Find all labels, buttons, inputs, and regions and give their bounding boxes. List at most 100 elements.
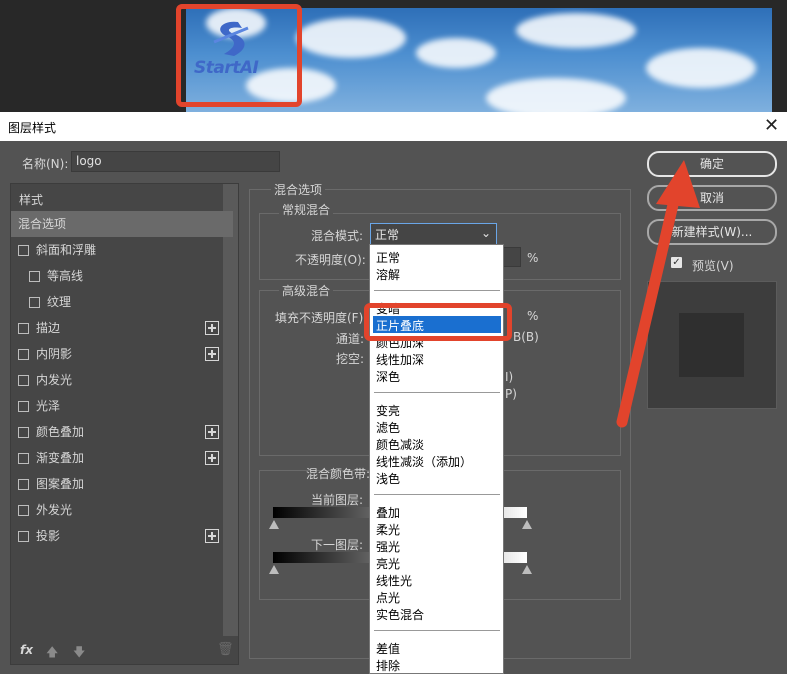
- channels-label: 通道:: [336, 332, 365, 346]
- dropdown-option[interactable]: 线性光: [376, 572, 412, 589]
- style-item[interactable]: 颜色叠加: [11, 419, 233, 445]
- dropdown-separator: [374, 630, 500, 631]
- style-checkbox[interactable]: [18, 427, 29, 438]
- style-item[interactable]: 纹理: [11, 289, 233, 315]
- blend-if-label: 混合颜色带:: [306, 467, 371, 481]
- trash-icon[interactable]: 🗑: [217, 642, 234, 657]
- name-input[interactable]: logo: [71, 151, 280, 172]
- style-item-label: 斜面和浮雕: [36, 243, 97, 257]
- style-item-label: 外发光: [36, 503, 73, 517]
- blend-options-title: 混合选项: [271, 181, 326, 198]
- underlying-black-handle[interactable]: [269, 565, 279, 574]
- style-item-label: 光泽: [36, 399, 61, 413]
- style-item-label: 描边: [36, 321, 61, 335]
- dialog-title: 图层样式: [8, 121, 57, 135]
- dropdown-option[interactable]: 线性加深: [376, 351, 424, 368]
- dropdown-option[interactable]: 溶解: [376, 266, 400, 283]
- style-item-label: 混合选项: [18, 217, 67, 231]
- dropdown-option[interactable]: 滤色: [376, 419, 400, 436]
- style-checkbox[interactable]: [18, 453, 29, 464]
- dialog-titlebar: 图层样式 ✕: [0, 112, 787, 141]
- dropdown-option[interactable]: 颜色减淡: [376, 436, 424, 453]
- dropdown-option[interactable]: 亮光: [376, 555, 400, 572]
- style-item[interactable]: 渐变叠加: [11, 445, 233, 471]
- dropdown-separator: [374, 494, 500, 495]
- name-label: 名称(N):: [22, 157, 69, 171]
- style-item[interactable]: 等高线: [11, 263, 233, 289]
- style-checkbox[interactable]: [18, 531, 29, 542]
- dropdown-option[interactable]: 点光: [376, 589, 400, 606]
- style-item-label: 内阴影: [36, 347, 73, 361]
- style-checkbox[interactable]: [18, 323, 29, 334]
- style-checkbox[interactable]: [18, 375, 29, 386]
- dropdown-option[interactable]: 线性减淡（添加）: [376, 453, 472, 470]
- add-icon[interactable]: [205, 425, 219, 439]
- current-white-handle[interactable]: [522, 520, 532, 529]
- style-checkbox[interactable]: [18, 401, 29, 412]
- style-item[interactable]: 斜面和浮雕: [11, 237, 233, 263]
- dropdown-option[interactable]: 排除: [376, 657, 400, 673]
- style-checkbox[interactable]: [18, 245, 29, 256]
- style-item[interactable]: 内阴影: [11, 341, 233, 367]
- option-tail-i: I): [505, 370, 514, 384]
- style-item-label: 颜色叠加: [36, 425, 85, 439]
- dropdown-option[interactable]: 实色混合: [376, 606, 424, 623]
- channel-b-label[interactable]: B(B): [513, 330, 539, 344]
- add-icon[interactable]: [205, 347, 219, 361]
- dropdown-option[interactable]: 深色: [376, 368, 400, 385]
- underlying-layer-label: 下一图层:: [311, 538, 364, 552]
- chevron-down-icon: ⌄: [480, 226, 491, 240]
- style-item[interactable]: 混合选项: [11, 211, 233, 237]
- dropdown-option[interactable]: 变亮: [376, 402, 400, 419]
- style-item[interactable]: 外发光: [11, 497, 233, 523]
- dropdown-option[interactable]: 柔光: [376, 521, 400, 538]
- style-item-label: 图案叠加: [36, 477, 85, 491]
- dropdown-separator: [374, 392, 500, 393]
- blend-mode-label: 混合模式:: [311, 229, 364, 243]
- add-icon[interactable]: [205, 321, 219, 335]
- style-checkbox[interactable]: [29, 297, 40, 308]
- dropdown-option[interactable]: 正常: [376, 249, 400, 266]
- fill-percent: %: [527, 309, 539, 323]
- knockout-label: 挖空:: [336, 352, 365, 366]
- logo-annotation-box: [176, 4, 302, 107]
- style-checkbox[interactable]: [18, 479, 29, 490]
- option-tail-p: P): [505, 387, 517, 401]
- opacity-percent: %: [527, 251, 539, 265]
- close-icon[interactable]: ✕: [764, 115, 779, 136]
- styles-list: 混合选项斜面和浮雕等高线纹理描边内阴影内发光光泽颜色叠加渐变叠加图案叠加外发光投…: [11, 211, 233, 551]
- underlying-white-handle[interactable]: [522, 565, 532, 574]
- style-item-label: 内发光: [36, 373, 73, 387]
- current-layer-label: 当前图层:: [311, 493, 364, 507]
- style-item[interactable]: 图案叠加: [11, 471, 233, 497]
- style-item[interactable]: 描边: [11, 315, 233, 341]
- fx-icon[interactable]: fx: [20, 643, 33, 657]
- style-checkbox[interactable]: [18, 349, 29, 360]
- style-item[interactable]: 光泽: [11, 393, 233, 419]
- style-item[interactable]: 投影: [11, 523, 233, 549]
- dropdown-option[interactable]: 强光: [376, 538, 400, 555]
- highlight-annotation-box: [364, 303, 512, 341]
- dropdown-separator: [374, 290, 500, 291]
- opacity-label: 不透明度(O):: [295, 253, 366, 267]
- style-item-label: 等高线: [47, 269, 84, 283]
- style-checkbox[interactable]: [29, 271, 40, 282]
- style-item-label: 纹理: [47, 295, 72, 309]
- fill-opacity-label: 填充不透明度(F):: [275, 311, 368, 325]
- current-black-handle[interactable]: [269, 520, 279, 529]
- annotation-arrow: [616, 160, 700, 428]
- dropdown-option[interactable]: 浅色: [376, 470, 400, 487]
- add-icon[interactable]: [205, 451, 219, 465]
- style-item[interactable]: 内发光: [11, 367, 233, 393]
- dropdown-option[interactable]: 差值: [376, 640, 400, 657]
- blend-mode-value: 正常: [375, 228, 400, 242]
- style-checkbox[interactable]: [18, 505, 29, 516]
- styles-header: 样式: [19, 193, 44, 207]
- move-up-icon[interactable]: 🡅: [46, 643, 58, 664]
- add-icon[interactable]: [205, 529, 219, 543]
- dropdown-option[interactable]: 叠加: [376, 504, 400, 521]
- blend-mode-select[interactable]: 正常 ⌄: [370, 223, 497, 245]
- opacity-input[interactable]: [503, 247, 521, 267]
- move-down-icon[interactable]: 🡇: [73, 643, 85, 664]
- style-item-label: 投影: [36, 529, 61, 543]
